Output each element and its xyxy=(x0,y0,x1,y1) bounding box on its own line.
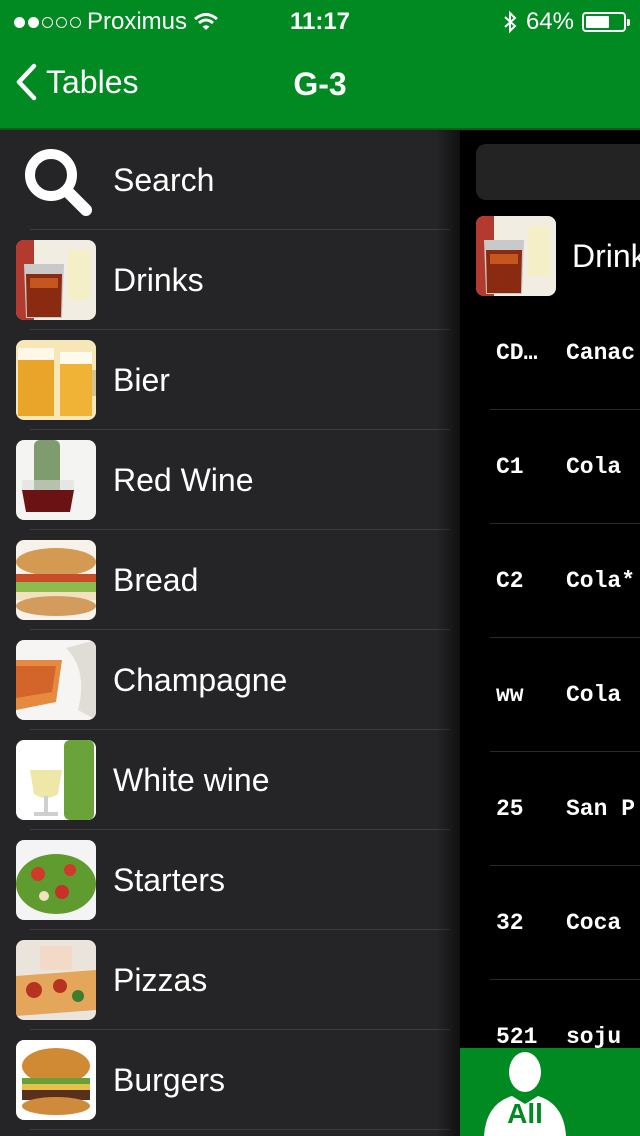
product-code: 32 xyxy=(496,910,524,936)
search-label: Search xyxy=(113,162,215,198)
product-code: C2 xyxy=(496,568,524,594)
product-row[interactable]: ww Cola xyxy=(460,638,640,752)
product-row[interactable]: 32 Coca xyxy=(460,866,640,980)
product-name: Coca xyxy=(566,910,622,936)
pizza-icon xyxy=(16,940,96,1020)
category-item-pizzas[interactable]: Pizzas xyxy=(0,930,460,1030)
category-item-red-wine[interactable]: Red Wine xyxy=(0,430,460,530)
category-label: Bier xyxy=(113,362,170,398)
category-item-starters[interactable]: Starters xyxy=(0,830,460,930)
status-right: 64% xyxy=(502,8,630,36)
starters-icon xyxy=(16,840,96,920)
category-item-burgers[interactable]: Burgers xyxy=(0,1030,460,1130)
category-item-white-wine[interactable]: White wine xyxy=(0,730,460,830)
category-label: Pizzas xyxy=(113,962,208,998)
category-item-bier[interactable]: Bier xyxy=(0,330,460,430)
product-row[interactable]: C2 Cola* xyxy=(460,524,640,638)
category-label: Bread xyxy=(113,562,199,598)
search-row[interactable]: Search xyxy=(0,130,460,230)
product-name: Cola* xyxy=(566,568,636,594)
battery-percent: 64% xyxy=(525,8,574,35)
category-item-champagne[interactable]: Champagne xyxy=(0,630,460,730)
search-icon xyxy=(25,149,92,216)
red-wine-icon xyxy=(16,440,96,520)
product-name: Canac xyxy=(566,340,636,366)
product-code: C1 xyxy=(496,454,524,480)
panel-title: Drink xyxy=(572,238,640,274)
category-menu[interactable]: Search Drinks Bier Red Wine Bread Champa… xyxy=(0,130,460,1136)
category-label: Burgers xyxy=(113,1062,226,1098)
bread-icon xyxy=(16,540,96,620)
navigation-bar: Tables G-3 xyxy=(0,40,640,128)
beer-icon xyxy=(16,340,96,420)
drinks-icon xyxy=(476,216,556,296)
product-code: CD… xyxy=(496,340,538,366)
champagne-icon xyxy=(16,640,96,720)
product-panel: Drink CD… Canac C1 Cola C2 Cola* ww Cola… xyxy=(460,130,640,1136)
product-row[interactable]: CD… Canac xyxy=(460,296,640,410)
burger-icon xyxy=(16,1040,96,1120)
all-button-label: All xyxy=(507,1098,543,1129)
category-label: White wine xyxy=(113,762,270,798)
category-item-drinks[interactable]: Drinks xyxy=(0,230,460,330)
product-code: ww xyxy=(496,682,524,708)
all-customers-button[interactable]: All xyxy=(460,1048,640,1136)
product-name: San P xyxy=(566,796,636,822)
category-label: Starters xyxy=(113,862,226,898)
category-label: Drinks xyxy=(113,262,204,298)
product-code: 25 xyxy=(496,796,524,822)
product-row[interactable]: C1 Cola xyxy=(460,410,640,524)
category-item-bread[interactable]: Bread xyxy=(0,530,460,630)
product-name: Cola xyxy=(566,454,622,480)
page-title: G-3 xyxy=(293,66,347,102)
category-label: Champagne xyxy=(113,662,288,698)
product-name: Cola xyxy=(566,682,622,708)
bluetooth-icon xyxy=(504,10,517,34)
white-wine-icon xyxy=(16,740,96,820)
drinks-icon xyxy=(16,240,96,320)
status-bar: Proximus 11:17 64% xyxy=(0,0,640,40)
battery-icon xyxy=(582,12,630,32)
product-row[interactable]: 25 San P xyxy=(460,752,640,866)
category-label: Red Wine xyxy=(113,462,254,498)
product-search-field[interactable] xyxy=(476,144,640,200)
